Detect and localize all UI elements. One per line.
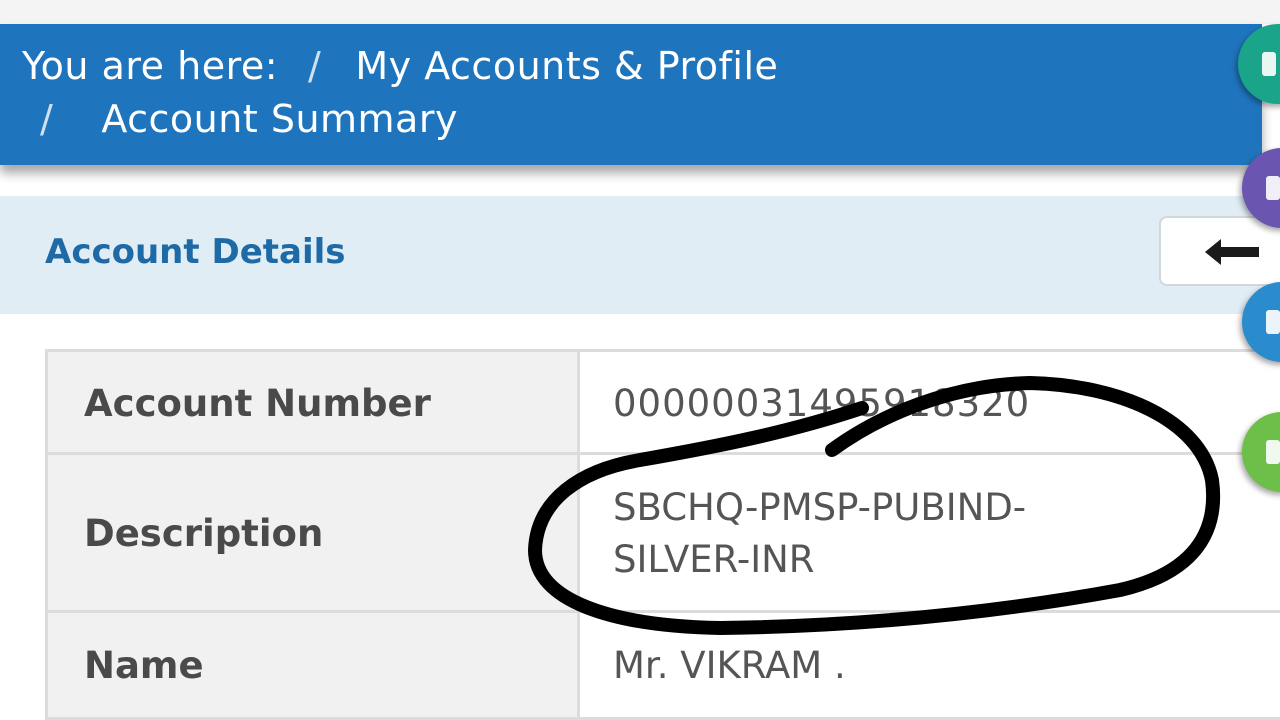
description-label: Description [45,452,580,613]
label-text: Account Number [84,382,431,425]
breadcrumb-line-2: / Account Summary [40,97,458,141]
page: You are here: / My Accounts & Profile / Acc… [0,0,1280,720]
account-details-header: Account Details [0,196,1280,314]
breadcrumb-separator: / [40,97,54,141]
name-label: Name [45,610,580,720]
account-number-value: 00000031495918320 [580,349,1280,455]
page-title: Account Details [45,232,346,272]
value-text: SILVER-INR [613,538,815,581]
arrow-left-icon [1205,239,1259,265]
breadcrumb-item-account-summary[interactable]: Account Summary [101,97,458,141]
description-value: SBCHQ-PMSP-PUBIND- SILVER-INR [580,452,1280,613]
table-row: Account Number 00000031495918320 [45,349,1280,455]
value-text: 00000031495918320 [613,382,1031,425]
label-text: Name [84,644,204,687]
account-number-label: Account Number [45,349,580,455]
breadcrumb-separator: / [308,44,322,88]
value-text: Mr. VIKRAM . [613,644,846,687]
table-row: Description SBCHQ-PMSP-PUBIND- SILVER-IN… [45,452,1280,613]
breadcrumb-prefix: You are here: [22,44,279,88]
breadcrumb-item-my-accounts[interactable]: My Accounts & Profile [355,44,778,88]
name-value: Mr. VIKRAM . [580,610,1280,720]
breadcrumb-line-1: You are here: / My Accounts & Profile [22,44,778,88]
value-text: SBCHQ-PMSP-PUBIND- [613,486,1027,529]
status-strip [0,0,1280,24]
back-button[interactable] [1159,216,1280,286]
table-row: Name Mr. VIKRAM . [45,610,1280,720]
label-text: Description [84,512,324,555]
breadcrumb: You are here: / My Accounts & Profile / Acc… [0,24,1262,165]
